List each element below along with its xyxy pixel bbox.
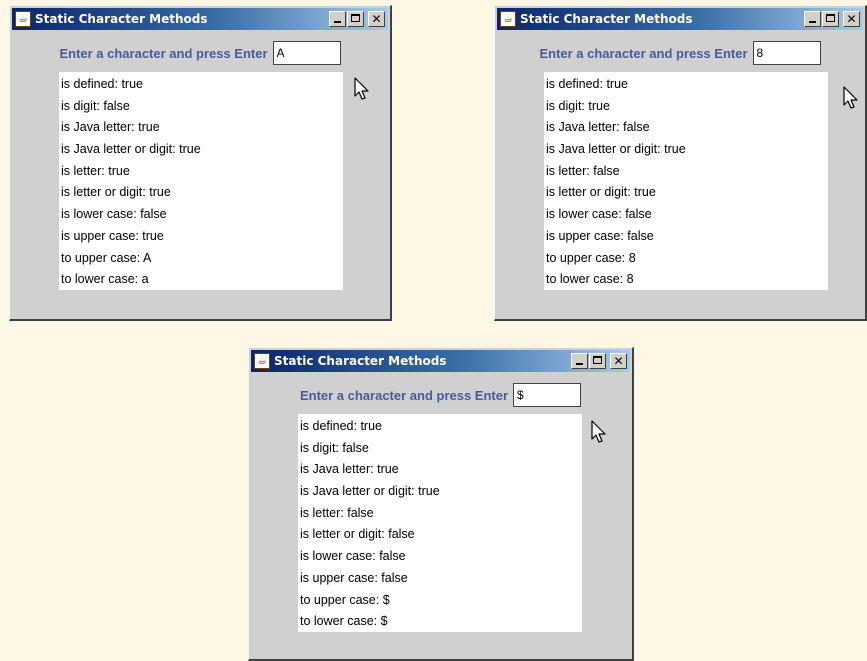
window-char-8: ☕ Static Character Methods ✕ Enter a cha…	[494, 5, 867, 321]
result-line: to upper case: A	[61, 250, 152, 265]
window-char-dollar: ☕ Static Character Methods ✕ Enter a cha…	[248, 347, 634, 661]
maximize-icon	[351, 14, 360, 22]
minimize-button[interactable]	[571, 353, 588, 369]
result-line: is Java letter: true	[300, 462, 399, 477]
result-line: is upper case: false	[546, 228, 654, 243]
minimize-icon	[576, 363, 583, 365]
maximize-icon	[593, 356, 602, 364]
result-line: is letter: true	[61, 163, 130, 178]
close-icon: ✕	[613, 354, 624, 368]
java-cup-icon[interactable]: ☕	[500, 11, 516, 27]
close-button[interactable]: ✕	[843, 11, 860, 27]
window-controls: ✕	[571, 353, 627, 369]
result-line: to lower case: 8	[546, 272, 634, 287]
result-line: is digit: false	[300, 440, 369, 455]
results-area: is defined: true is digit: false is Java…	[298, 414, 582, 632]
result-line: is letter: false	[546, 163, 620, 178]
result-line: is digit: true	[546, 98, 610, 113]
window-title: Static Character Methods	[35, 12, 208, 26]
title-bar[interactable]: ☕ Static Character Methods ✕	[12, 8, 388, 30]
minimize-button[interactable]	[804, 11, 821, 27]
character-input[interactable]	[272, 41, 341, 65]
character-input[interactable]	[752, 41, 821, 65]
character-input[interactable]	[513, 383, 582, 407]
maximize-icon	[826, 14, 835, 22]
window-title: Static Character Methods	[274, 354, 447, 368]
result-line: is lower case: false	[300, 549, 406, 564]
result-line: is digit: false	[61, 98, 130, 113]
prompt-row: Enter a character and press Enter	[249, 382, 632, 408]
result-line: is Java letter or digit: true	[61, 142, 201, 157]
close-icon: ✕	[846, 12, 857, 26]
result-line: to lower case: $	[300, 614, 388, 629]
maximize-button[interactable]	[589, 353, 606, 369]
result-line: is Java letter: false	[546, 120, 650, 135]
maximize-button[interactable]	[347, 11, 364, 27]
result-line: is lower case: false	[546, 207, 652, 222]
result-line: is letter or digit: true	[546, 185, 656, 200]
results-area: is defined: true is digit: false is Java…	[59, 72, 343, 290]
result-line: is letter or digit: false	[300, 527, 415, 542]
java-cup-icon[interactable]: ☕	[254, 353, 270, 369]
window-char-a: ☕ Static Character Methods ✕ Enter a cha…	[9, 5, 392, 321]
window-controls: ✕	[329, 11, 385, 27]
result-line: to upper case: $	[300, 592, 390, 607]
minimize-icon	[334, 21, 341, 23]
close-icon: ✕	[371, 12, 382, 26]
prompt-row: Enter a character and press Enter	[495, 40, 865, 66]
minimize-button[interactable]	[329, 11, 346, 27]
java-cup-icon[interactable]: ☕	[15, 11, 31, 27]
minimize-icon	[809, 21, 816, 23]
results-area: is defined: true is digit: true is Java …	[544, 72, 828, 290]
mouse-pointer-icon	[591, 420, 606, 443]
close-button[interactable]: ✕	[368, 11, 385, 27]
result-line: is letter or digit: true	[61, 185, 171, 200]
prompt-label: Enter a character and press Enter	[59, 45, 268, 61]
result-line: is defined: true	[546, 77, 628, 91]
result-line: is defined: true	[61, 77, 143, 91]
result-line: is lower case: false	[61, 207, 167, 222]
result-line: is letter: false	[300, 505, 374, 520]
prompt-row: Enter a character and press Enter	[10, 40, 390, 66]
result-line: is Java letter: true	[61, 120, 160, 135]
prompt-label: Enter a character and press Enter	[299, 387, 509, 403]
close-button[interactable]: ✕	[610, 353, 627, 369]
result-line: is Java letter or digit: true	[546, 142, 686, 157]
window-controls: ✕	[804, 11, 860, 27]
result-line: is defined: true	[300, 419, 382, 433]
result-line: is upper case: false	[300, 570, 408, 585]
result-line: is upper case: true	[61, 228, 164, 243]
result-line: is Java letter or digit: true	[300, 484, 440, 499]
title-bar[interactable]: ☕ Static Character Methods ✕	[251, 350, 630, 372]
result-line: to lower case: a	[61, 272, 149, 287]
prompt-label: Enter a character and press Enter	[539, 45, 748, 61]
title-bar[interactable]: ☕ Static Character Methods ✕	[497, 8, 863, 30]
window-title: Static Character Methods	[520, 12, 693, 26]
mouse-pointer-icon	[843, 86, 858, 109]
mouse-pointer-icon	[354, 77, 369, 100]
maximize-button[interactable]	[822, 11, 839, 27]
result-line: to upper case: 8	[546, 250, 636, 265]
